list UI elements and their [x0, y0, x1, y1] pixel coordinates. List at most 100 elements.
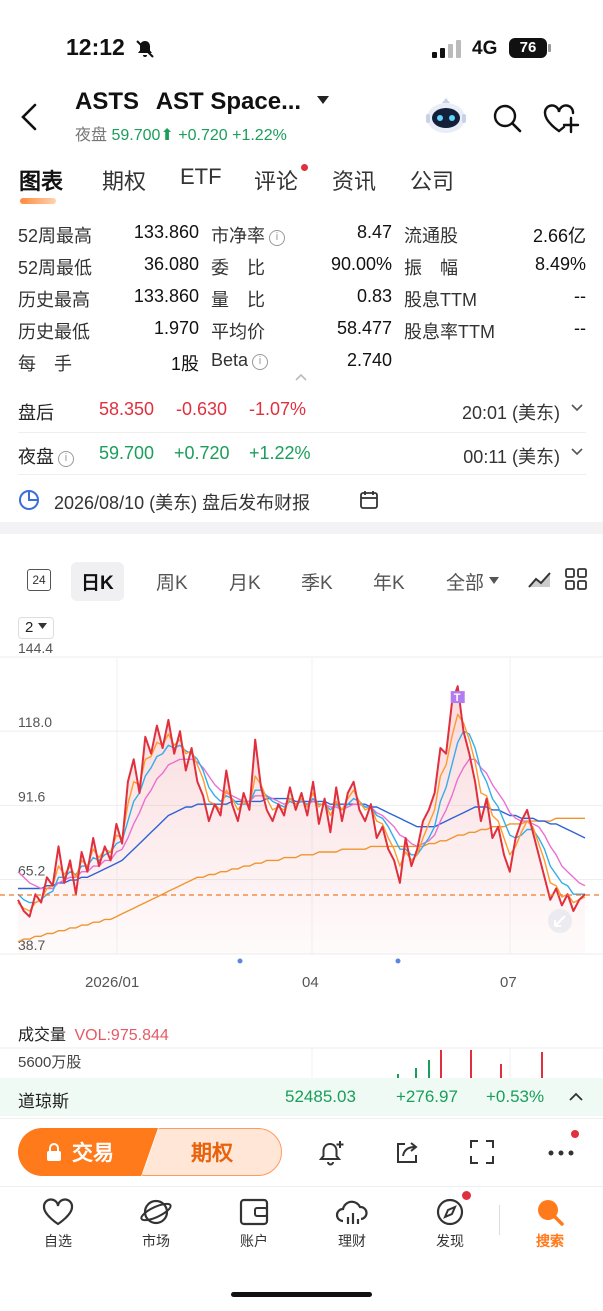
tab-comments[interactable]: 评论 [254, 164, 298, 196]
volume-value: VOL:975.844 [74, 1027, 169, 1044]
nav-label: 搜索 [536, 1233, 564, 1249]
ticker: ASTS [75, 88, 140, 115]
add-watchlist-heart-icon[interactable] [542, 102, 582, 134]
trade-button[interactable]: 交易 [18, 1128, 158, 1176]
tab-company[interactable]: 公司 [410, 164, 454, 196]
search-icon [538, 1200, 564, 1226]
tab-etf[interactable]: ETF [180, 164, 222, 190]
tab-news[interactable]: 资讯 [332, 164, 376, 196]
x-tick-label: 07 [500, 974, 517, 991]
price-alert-bell-icon[interactable] [318, 1139, 346, 1167]
after-hours-change-pct: -1.07% [249, 399, 307, 419]
event-marker-label: T [454, 692, 461, 704]
collapse-chevron-icon[interactable] [294, 372, 308, 382]
stat-value: 1股 [170, 354, 199, 374]
nav-discover[interactable]: 发现 [415, 1197, 485, 1251]
stat-value: 1.970 [153, 318, 199, 338]
header-change-pct: +1.22% [232, 127, 287, 144]
overnight-row[interactable]: 夜盘 i 59.700 +0.720 +1.22% 00:11 (美东) [18, 443, 586, 469]
volume-title: 成交量 [18, 1027, 67, 1044]
price-area-fill [18, 686, 585, 954]
tab-chart[interactable]: 图表 [19, 164, 63, 196]
planet-icon [140, 1199, 172, 1225]
line-width-select[interactable]: 2 [18, 617, 54, 639]
nav-search[interactable]: 搜索 [515, 1197, 585, 1251]
dropdown-caret-icon [316, 96, 329, 104]
stat-value: 36.080 [143, 254, 199, 274]
wallet-icon [239, 1198, 269, 1226]
info-icon[interactable]: i [58, 451, 74, 467]
stat-label: 平均价 [211, 322, 265, 342]
add-calendar-icon[interactable] [359, 489, 381, 511]
stock-title[interactable]: ASTS AST Space... [75, 88, 330, 116]
index-value: 52485.03 [285, 1087, 356, 1106]
robot-assistant-icon[interactable] [424, 96, 468, 136]
period-monthly[interactable]: 月K [229, 568, 261, 595]
nav-watchlist[interactable]: 自选 [23, 1197, 93, 1251]
index-name: 道琼斯 [18, 1092, 69, 1111]
options-button[interactable]: 期权 [142, 1128, 282, 1176]
stat-label: Beta i [211, 350, 269, 371]
period-quarterly[interactable]: 季K [301, 568, 333, 595]
volume-bar [500, 1064, 502, 1078]
grid-layout-icon[interactable] [564, 567, 588, 591]
stat-value: 58.477 [336, 318, 392, 338]
earnings-text: 2026/08/10 (美东) 盘后发布财报 [54, 493, 311, 513]
overnight-time: 00:11 (美东) [463, 447, 560, 467]
stat-label: 市净率 i [211, 222, 285, 248]
company-name: AST Space... [155, 88, 302, 115]
calendar-day-icon[interactable]: 24 [27, 569, 51, 591]
after-hours-row[interactable]: 盘后 58.350 -0.630 -1.07% 20:01 (美东) [18, 399, 586, 425]
period-daily[interactable]: 日K [71, 562, 124, 601]
tab-options[interactable]: 期权 [102, 164, 146, 196]
overnight-price: 59.700 [99, 443, 155, 463]
volume-bar [428, 1060, 430, 1078]
after-hours-change: -0.630 [176, 399, 228, 419]
index-change: +276.97 [396, 1087, 458, 1106]
chart-style-icon[interactable] [527, 567, 553, 591]
nav-label: 发现 [436, 1233, 464, 1249]
nav-divider [499, 1205, 500, 1235]
nav-label: 账户 [240, 1233, 268, 1249]
nav-label: 市场 [142, 1233, 170, 1249]
bottom-nav: 自选 市场 账户 理财 发现 搜索 [0, 1186, 603, 1266]
cloud-chart-icon [335, 1200, 368, 1224]
period-all[interactable]: 全部 [446, 568, 484, 595]
chevron-down-icon [571, 404, 583, 412]
period-yearly[interactable]: 年K [373, 568, 405, 595]
overnight-change: +0.720 [174, 443, 230, 463]
search-icon[interactable] [491, 102, 523, 134]
overnight-label: 夜盘 [18, 447, 54, 467]
stat-label: 52周最高 [18, 226, 93, 246]
fullscreen-icon[interactable] [469, 1139, 495, 1165]
stat-value: -- [574, 318, 586, 338]
stat-value: 8.47 [356, 222, 392, 242]
back-arrow-icon[interactable] [18, 102, 40, 132]
more-icon[interactable] [547, 1149, 575, 1157]
price-chart[interactable]: 144.4118.091.665.238.7T [0, 640, 603, 970]
pie-chart-icon [19, 490, 39, 510]
index-ticker-bar[interactable]: 道琼斯 52485.03 +276.97 +0.53% [0, 1078, 603, 1116]
nav-account[interactable]: 账户 [219, 1197, 289, 1251]
home-indicator [231, 1292, 372, 1297]
nav-market[interactable]: 市场 [121, 1197, 191, 1251]
period-weekly[interactable]: 周K [156, 568, 188, 595]
section-gap [0, 522, 603, 534]
overnight-change-pct: +1.22% [249, 443, 311, 463]
stat-label: 历史最低 [18, 322, 90, 342]
clock: 12:12 [66, 34, 125, 60]
info-icon[interactable]: i [252, 354, 269, 370]
volume-bar [440, 1050, 442, 1078]
header-price: 59.700 [111, 127, 161, 144]
options-label: 期权 [191, 1142, 233, 1165]
info-icon[interactable]: i [269, 230, 285, 246]
stat-value: 2.66亿 [532, 226, 586, 246]
nav-wealth[interactable]: 理财 [317, 1197, 387, 1251]
share-icon[interactable] [393, 1139, 421, 1167]
chevron-down-icon [571, 448, 583, 456]
divider [18, 474, 586, 475]
line-width-value: 2 [25, 619, 34, 636]
stat-label: 52周最低 [18, 258, 93, 278]
chevron-up-icon[interactable] [568, 1090, 584, 1102]
signal-icon [432, 40, 461, 58]
